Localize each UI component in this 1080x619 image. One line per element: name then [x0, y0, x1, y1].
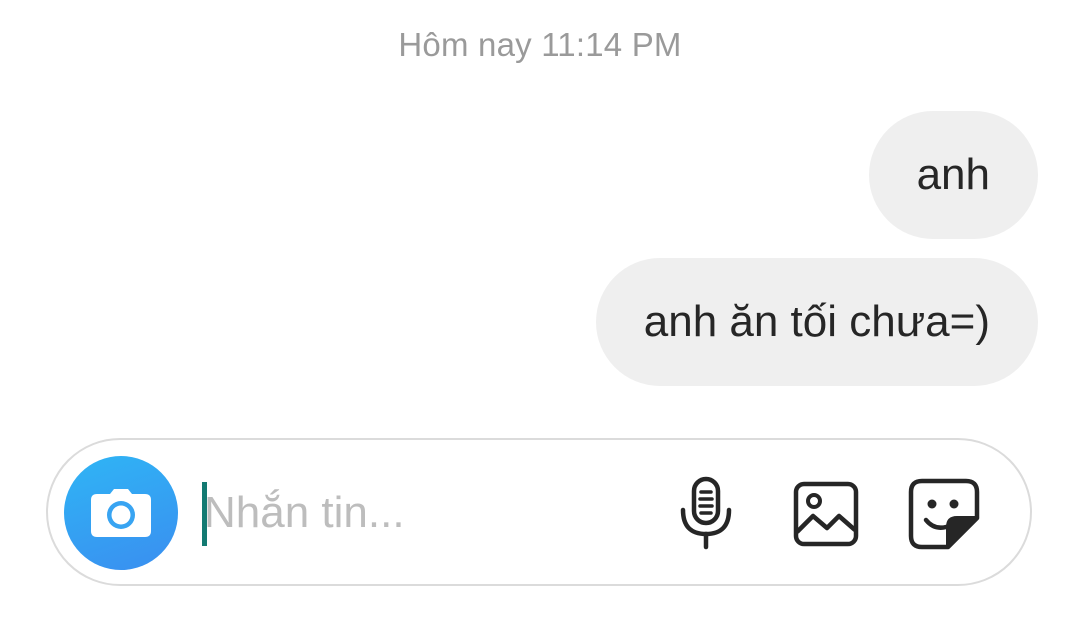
message-input[interactable] — [204, 474, 624, 552]
gallery-button[interactable] — [788, 476, 864, 552]
chat-screen: Hôm nay 11:14 PM anh anh ăn tối chưa=) — [0, 0, 1080, 619]
sticker-icon — [908, 478, 980, 550]
message-composer — [46, 438, 1032, 586]
camera-icon — [91, 489, 151, 537]
microphone-icon — [680, 476, 732, 550]
message-timestamp: Hôm nay 11:14 PM — [398, 26, 682, 63]
camera-button[interactable] — [64, 456, 178, 570]
sticker-button[interactable] — [906, 476, 982, 552]
voice-message-button[interactable] — [668, 476, 744, 552]
image-gallery-icon — [793, 481, 859, 547]
message-bubble-sent[interactable]: anh — [868, 111, 1038, 239]
message-bubble-sent[interactable]: anh ăn tối chưa=) — [595, 258, 1038, 386]
